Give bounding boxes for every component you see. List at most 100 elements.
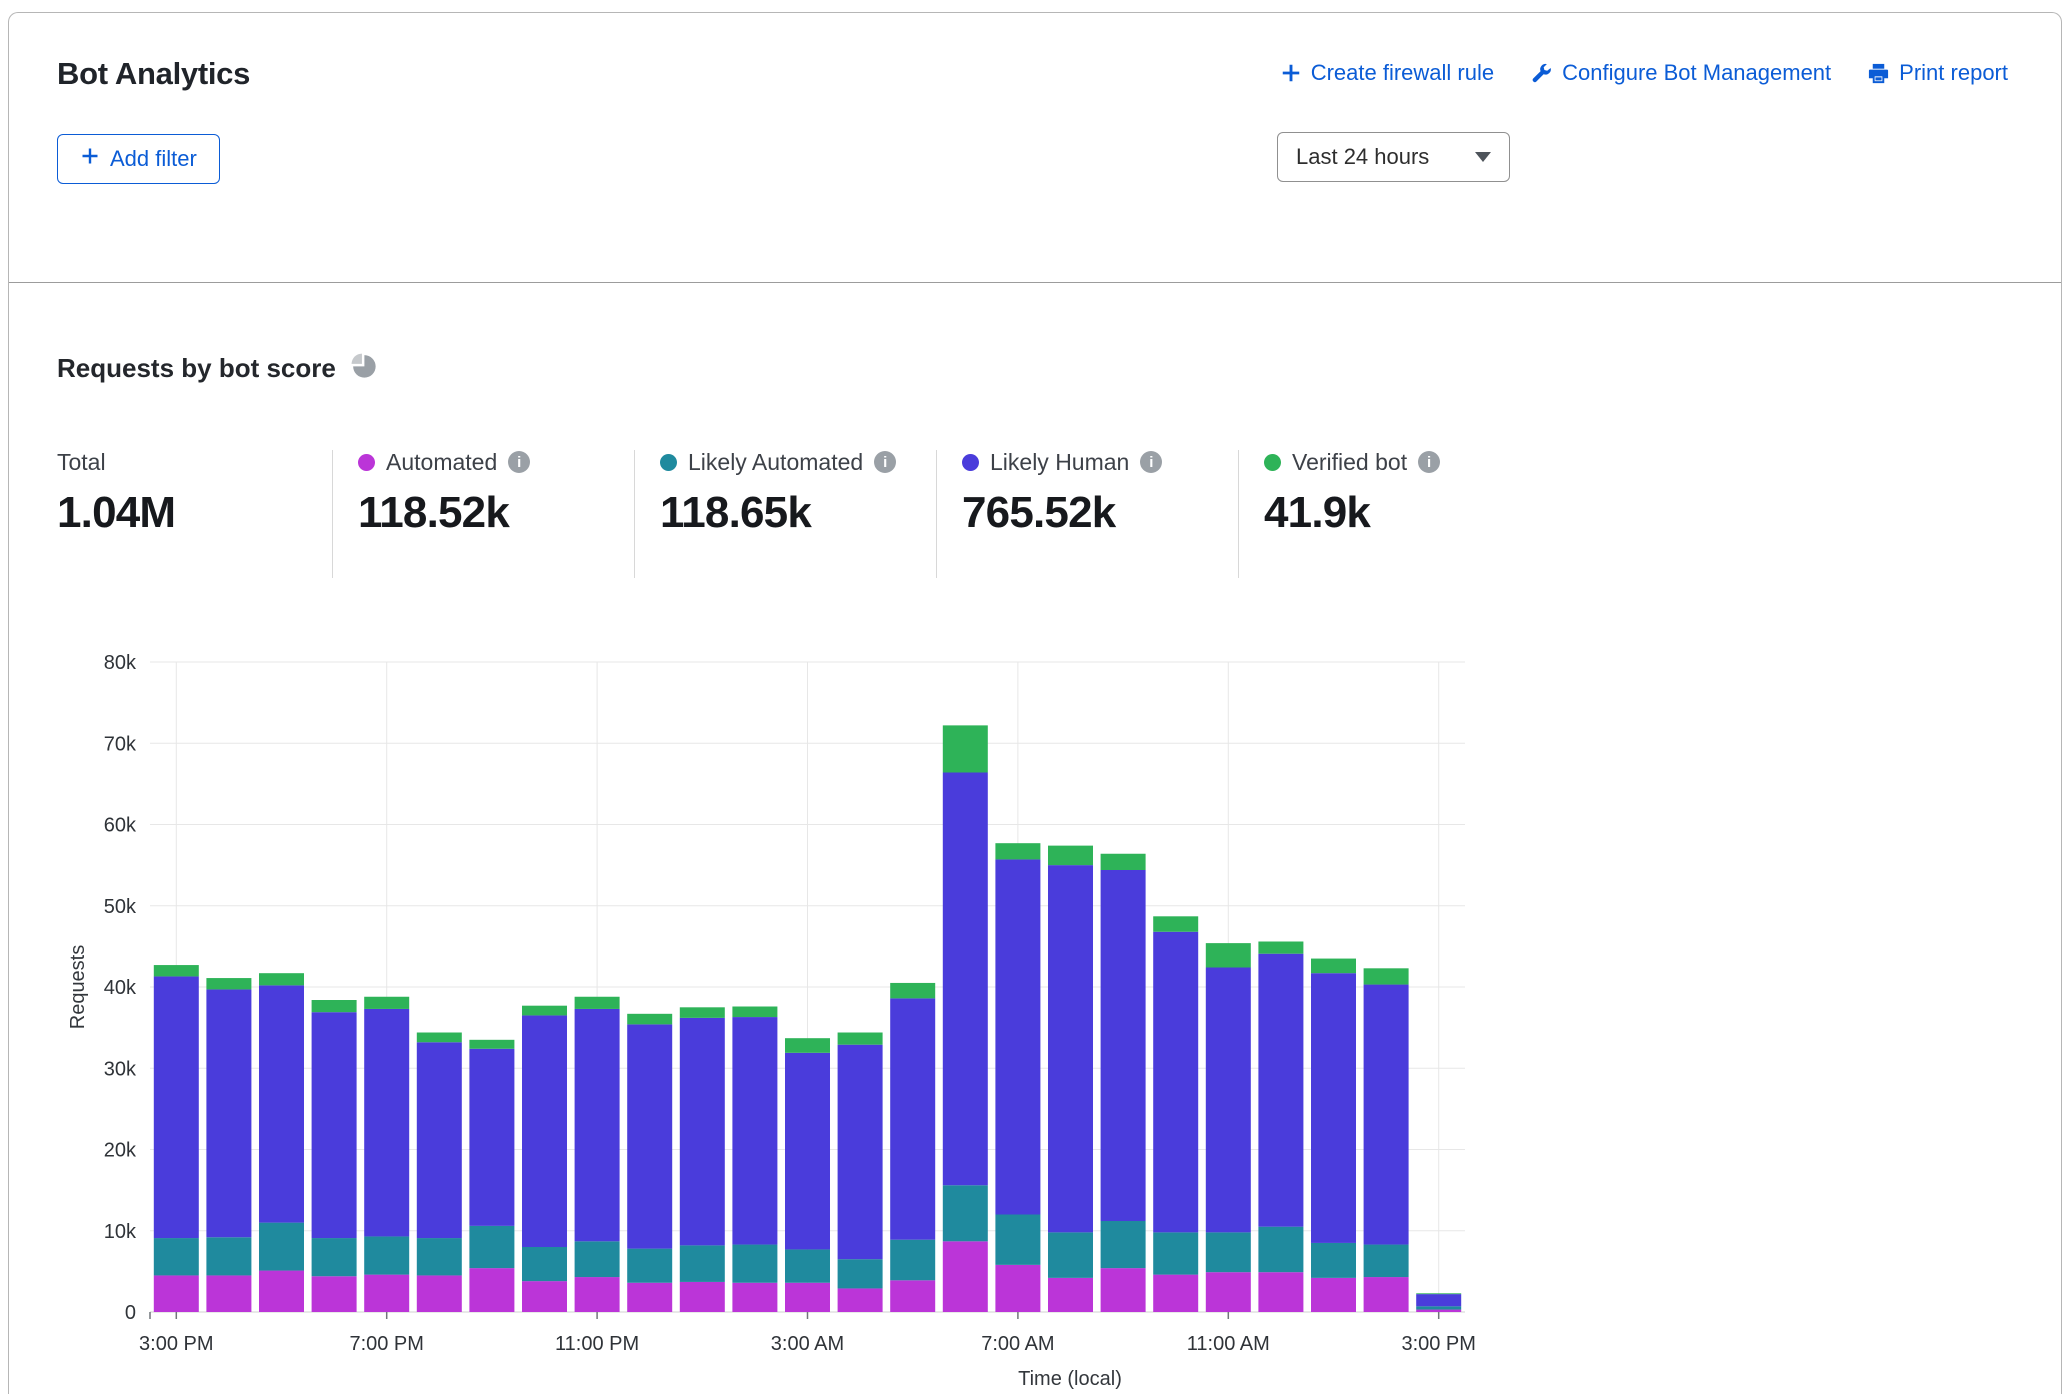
- bar-segment[interactable]: [1048, 846, 1093, 866]
- bar-segment[interactable]: [732, 1017, 777, 1245]
- bar-segment[interactable]: [154, 1238, 199, 1275]
- bar-segment[interactable]: [995, 1265, 1040, 1312]
- bar-segment[interactable]: [838, 1259, 883, 1288]
- bar-segment[interactable]: [1364, 1245, 1409, 1278]
- bar-segment[interactable]: [206, 1275, 251, 1312]
- bar-segment[interactable]: [1153, 932, 1198, 1233]
- bar-segment[interactable]: [1206, 968, 1251, 1233]
- bar-segment[interactable]: [1048, 1232, 1093, 1278]
- add-filter-button[interactable]: Add filter: [57, 134, 220, 184]
- bar-segment[interactable]: [1364, 968, 1409, 984]
- bar-segment[interactable]: [154, 1275, 199, 1312]
- bar-segment[interactable]: [890, 983, 935, 998]
- bar-segment[interactable]: [154, 965, 199, 976]
- bar-segment[interactable]: [943, 1185, 988, 1241]
- configure-bot-management-link[interactable]: Configure Bot Management: [1530, 60, 1831, 86]
- bar-segment[interactable]: [364, 997, 409, 1009]
- bar-segment[interactable]: [680, 1245, 725, 1282]
- bar-segment[interactable]: [1101, 1221, 1146, 1268]
- info-icon[interactable]: i: [1418, 451, 1440, 473]
- bar-segment[interactable]: [943, 725, 988, 772]
- bar-segment[interactable]: [575, 1241, 620, 1277]
- bar-segment[interactable]: [943, 773, 988, 1186]
- bar-segment[interactable]: [1206, 943, 1251, 967]
- bar-segment[interactable]: [1311, 973, 1356, 1243]
- info-icon[interactable]: i: [874, 451, 896, 473]
- bar-segment[interactable]: [680, 1018, 725, 1246]
- bar-segment[interactable]: [1416, 1294, 1461, 1306]
- pie-chart-icon[interactable]: [350, 352, 377, 384]
- bar-segment[interactable]: [838, 1033, 883, 1045]
- bar-segment[interactable]: [1101, 870, 1146, 1221]
- time-range-dropdown[interactable]: Last 24 hours: [1277, 132, 1510, 182]
- bar-segment[interactable]: [259, 985, 304, 1222]
- bar-segment[interactable]: [417, 1275, 462, 1312]
- bar-segment[interactable]: [627, 1249, 672, 1283]
- bar-segment[interactable]: [469, 1226, 514, 1268]
- info-icon[interactable]: i: [1140, 451, 1162, 473]
- bar-segment[interactable]: [259, 1271, 304, 1312]
- bar-segment[interactable]: [1416, 1306, 1461, 1309]
- bar-segment[interactable]: [838, 1288, 883, 1312]
- bar-segment[interactable]: [1258, 1227, 1303, 1273]
- bar-segment[interactable]: [206, 1237, 251, 1275]
- bar-segment[interactable]: [312, 1000, 357, 1012]
- bar-segment[interactable]: [417, 1238, 462, 1275]
- bar-segment[interactable]: [259, 973, 304, 985]
- bar-segment[interactable]: [522, 1015, 567, 1247]
- bar-segment[interactable]: [417, 1033, 462, 1043]
- bar-segment[interactable]: [680, 1282, 725, 1312]
- bar-segment[interactable]: [575, 997, 620, 1009]
- bar-segment[interactable]: [1258, 954, 1303, 1227]
- bar-segment[interactable]: [785, 1283, 830, 1312]
- bar-segment[interactable]: [1416, 1293, 1461, 1294]
- bar-segment[interactable]: [785, 1249, 830, 1282]
- bar-segment[interactable]: [1206, 1272, 1251, 1312]
- bar-segment[interactable]: [732, 1007, 777, 1018]
- bar-segment[interactable]: [312, 1238, 357, 1276]
- bar-segment[interactable]: [1153, 916, 1198, 931]
- bar-segment[interactable]: [1153, 1275, 1198, 1312]
- bar-segment[interactable]: [890, 998, 935, 1239]
- bar-segment[interactable]: [1153, 1232, 1198, 1274]
- bar-segment[interactable]: [732, 1283, 777, 1312]
- bar-segment[interactable]: [1258, 1272, 1303, 1312]
- bar-segment[interactable]: [522, 1247, 567, 1281]
- bar-segment[interactable]: [364, 1236, 409, 1274]
- bar-segment[interactable]: [469, 1268, 514, 1312]
- bar-segment[interactable]: [627, 1014, 672, 1025]
- bar-segment[interactable]: [785, 1053, 830, 1250]
- print-report-link[interactable]: Print report: [1867, 60, 2008, 86]
- create-firewall-rule-link[interactable]: Create firewall rule: [1280, 60, 1494, 86]
- bar-segment[interactable]: [627, 1024, 672, 1248]
- bar-segment[interactable]: [838, 1045, 883, 1260]
- bar-segment[interactable]: [575, 1277, 620, 1312]
- bar-segment[interactable]: [1311, 1243, 1356, 1278]
- info-icon[interactable]: i: [508, 451, 530, 473]
- bar-segment[interactable]: [732, 1245, 777, 1283]
- bar-segment[interactable]: [627, 1283, 672, 1312]
- bar-segment[interactable]: [1364, 1277, 1409, 1312]
- bar-segment[interactable]: [575, 1009, 620, 1241]
- bar-segment[interactable]: [1364, 985, 1409, 1245]
- bar-segment[interactable]: [1311, 1278, 1356, 1312]
- bar-segment[interactable]: [995, 843, 1040, 859]
- bar-segment[interactable]: [1206, 1232, 1251, 1272]
- bar-segment[interactable]: [995, 1215, 1040, 1265]
- bar-segment[interactable]: [995, 859, 1040, 1214]
- bar-segment[interactable]: [522, 1006, 567, 1016]
- bar-segment[interactable]: [417, 1042, 462, 1238]
- bar-segment[interactable]: [312, 1012, 357, 1238]
- bar-segment[interactable]: [680, 1007, 725, 1018]
- bar-segment[interactable]: [1101, 1268, 1146, 1312]
- bar-segment[interactable]: [206, 978, 251, 989]
- bar-segment[interactable]: [1101, 854, 1146, 870]
- bar-segment[interactable]: [206, 989, 251, 1237]
- bar-segment[interactable]: [364, 1275, 409, 1312]
- bar-segment[interactable]: [890, 1280, 935, 1312]
- bar-segment[interactable]: [469, 1049, 514, 1226]
- bar-segment[interactable]: [1048, 1278, 1093, 1312]
- bar-segment[interactable]: [1311, 959, 1356, 974]
- bar-segment[interactable]: [1416, 1310, 1461, 1312]
- bar-segment[interactable]: [259, 1223, 304, 1271]
